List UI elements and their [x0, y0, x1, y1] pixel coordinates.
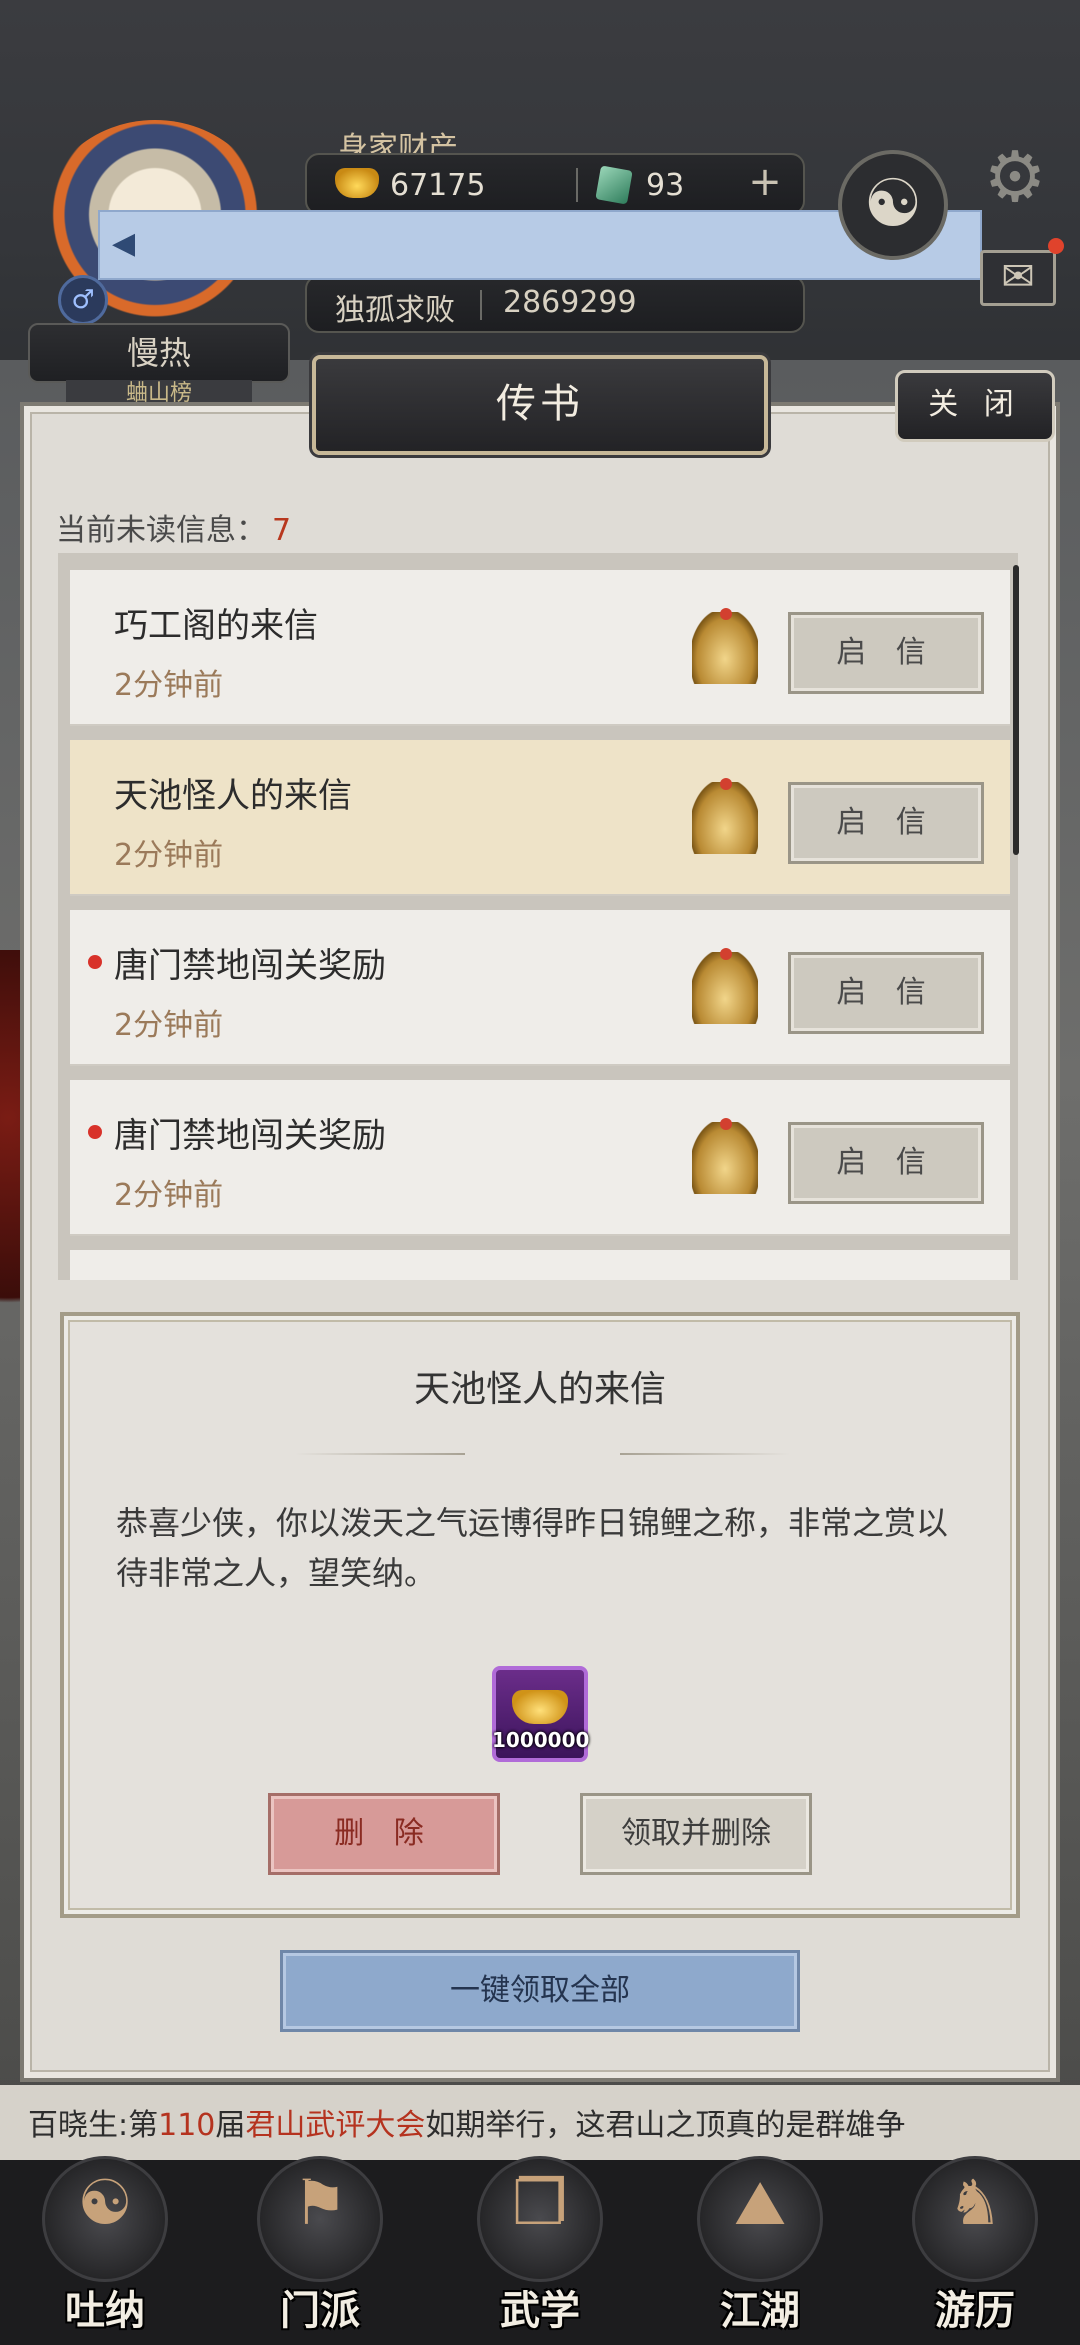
chat-middle: 届 [215, 2108, 246, 2143]
world-chat-message[interactable]: 百晓生:第110届君山武评大会如期举行，这君山之顶真的是群雄争 [28, 2100, 1058, 2150]
mail-time: 2分钟前 [114, 668, 224, 703]
bag-knot-icon [720, 608, 732, 620]
mail-notification-dot [1048, 238, 1064, 254]
nav-sect[interactable]: ⚑ 门派 [245, 2150, 395, 2340]
gold-ingot-icon [512, 1690, 568, 1724]
unread-dot [88, 1125, 102, 1139]
jade-icon [595, 165, 633, 205]
mail-title: 巧工阁的来信 [114, 606, 318, 646]
chat-number: 110 [158, 2108, 216, 2143]
mail-title: 天池怪人的来信 [114, 776, 352, 816]
unread-info: 当前未读信息： 7 [56, 505, 291, 549]
gold-amount: 67175 [390, 168, 486, 203]
chat-event: 君山武评大会 [245, 2108, 426, 2143]
reward-bag-icon [692, 612, 758, 684]
delete-button[interactable]: 删 除 [268, 1793, 500, 1875]
open-mail-button[interactable]: 启 信 [788, 782, 984, 864]
horse-icon: ♞ [947, 2166, 1003, 2239]
resource-divider [576, 168, 578, 202]
nickname-label: 慢热 [28, 323, 290, 383]
player-name: 独孤求败 [335, 293, 455, 328]
sect-flag-icon: ⚑ [292, 2166, 348, 2239]
reward-bag-icon [692, 952, 758, 1024]
megaphone-icon: ◀ [112, 226, 136, 261]
open-mail-button[interactable]: 启 信 [788, 612, 984, 694]
ornament-left [295, 1453, 465, 1455]
combat-power-value: 2869299 [503, 285, 637, 320]
resource-bar [305, 153, 805, 215]
bag-knot-icon [720, 778, 732, 790]
mail-title: 唐门禁地闯关奖励 [114, 946, 386, 986]
mail-title: 唐门禁地闯关奖励 [114, 1116, 386, 1156]
unread-count: 7 [272, 513, 292, 548]
bag-knot-icon [720, 1118, 732, 1130]
detail-title: 天池怪人的来信 [413, 1369, 666, 1410]
nav-label: 游历 [935, 2287, 1015, 2334]
chat-prefix: 百晓生:第 [28, 2108, 159, 2143]
add-currency-button[interactable]: + [745, 162, 785, 203]
mail-list-scrollbar[interactable] [1013, 565, 1019, 855]
mail-time: 2分钟前 [114, 838, 224, 873]
claim-and-delete-button[interactable]: 领取并删除 [580, 1793, 812, 1875]
open-mail-button[interactable]: 启 信 [788, 952, 984, 1034]
dialog-title: 传书 [312, 355, 768, 455]
nav-jianghu[interactable]: ⛰ 江湖 [685, 2150, 835, 2340]
nav-travel[interactable]: ♞ 游历 [900, 2150, 1050, 2340]
mail-item[interactable]: 巧工阁的来信 2分钟前 启 信 [70, 570, 1010, 726]
nav-tuna[interactable]: ☯ 吐纳 [30, 2150, 180, 2340]
taiji-icon[interactable]: ☯ [838, 150, 948, 260]
unread-dot [88, 955, 102, 969]
male-gender-icon: ♂ [58, 275, 108, 325]
info-divider [480, 290, 482, 320]
mail-item[interactable]: 天池怪人的来信 2分钟前 启 信 [70, 740, 1010, 896]
reward-quantity: 1000000 [492, 1728, 590, 1752]
reward-bag-icon [692, 782, 758, 854]
mail-icon[interactable]: ✉ [980, 250, 1056, 306]
straw-hat-icon: ⛰ [733, 2166, 787, 2239]
nav-label: 门派 [280, 2287, 360, 2334]
mail-time: 2分钟前 [114, 1008, 224, 1043]
nav-martial-arts[interactable]: ❐ 武学 [465, 2150, 615, 2340]
mail-item[interactable]: 唐门禁地闯关奖励 2分钟前 启 信 [70, 910, 1010, 1066]
nav-label: 武学 [500, 2287, 580, 2334]
mail-item-partial[interactable] [70, 1250, 1010, 1280]
ornament-right [620, 1453, 790, 1455]
reward-bag-icon [692, 1122, 758, 1194]
gear-icon[interactable]: ⚙ [978, 140, 1052, 214]
nav-label: 吐纳 [65, 2287, 145, 2334]
meditation-icon: ☯ [77, 2166, 133, 2239]
close-button[interactable]: 关 闭 [895, 370, 1055, 442]
gold-ingot-icon [335, 168, 379, 198]
book-icon: ❐ [512, 2166, 568, 2239]
chat-suffix: 如期举行，这君山之顶真的是群雄争 [425, 2108, 906, 2143]
bag-knot-icon [720, 948, 732, 960]
open-mail-button[interactable]: 启 信 [788, 1122, 984, 1204]
mail-item[interactable]: 唐门禁地闯关奖励 2分钟前 启 信 [70, 1080, 1010, 1236]
jade-amount: 93 [646, 168, 685, 203]
claim-all-button[interactable]: 一键领取全部 [280, 1950, 800, 2032]
unread-label: 当前未读信息： [56, 513, 266, 548]
nav-label: 江湖 [720, 2287, 800, 2334]
detail-body: 恭喜少侠，你以泼天之气运博得昨日锦鲤之称，非常之赏以待非常之人，望笑纳。 [116, 1504, 949, 1592]
mail-time: 2分钟前 [114, 1178, 224, 1213]
